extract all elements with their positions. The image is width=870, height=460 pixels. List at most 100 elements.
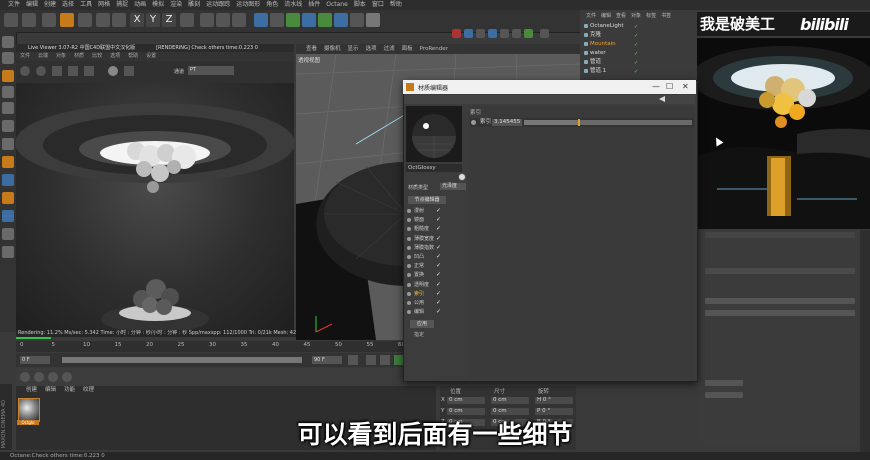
viewport-menu-item[interactable]: 摄像机 xyxy=(324,44,341,54)
light-icon[interactable] xyxy=(366,13,380,27)
object-row[interactable]: 管道.1 ✓ xyxy=(582,67,696,75)
channel-radio-icon[interactable] xyxy=(407,264,411,269)
mode-icon-13[interactable] xyxy=(2,246,14,258)
coordinate-size-field[interactable]: 0 cm xyxy=(491,397,529,404)
live-viewer-menu-item[interactable]: 材质 xyxy=(74,52,84,61)
move-tool-icon[interactable] xyxy=(60,13,74,27)
key-icon-4[interactable] xyxy=(62,372,72,382)
menu-item[interactable]: 文件 xyxy=(8,0,20,10)
menu-item[interactable]: 网格 xyxy=(98,0,110,10)
menu-item[interactable]: 雕刻 xyxy=(188,0,200,10)
mode-icon-11[interactable] xyxy=(2,210,14,222)
render-picture-viewer-icon[interactable] xyxy=(216,13,230,27)
object-row[interactable]: Mountain ✓ xyxy=(582,40,696,48)
octane-icon-6[interactable] xyxy=(512,29,521,38)
mode-icon-5[interactable] xyxy=(2,102,14,114)
channel-radio-icon[interactable] xyxy=(407,255,411,259)
channel-radio-icon[interactable] xyxy=(407,227,411,232)
mode-icon-4[interactable] xyxy=(2,86,14,98)
octane-icon-2[interactable] xyxy=(464,29,473,38)
visibility-check-icon[interactable]: ✓ xyxy=(634,59,638,67)
live-viewer-menu-item[interactable]: 帮助 xyxy=(128,52,138,61)
channel-checkbox[interactable]: ✓ xyxy=(436,263,442,269)
object-manager-tab[interactable]: 书签 xyxy=(661,12,671,20)
menu-item[interactable]: 模拟 xyxy=(152,0,164,10)
channel-radio-icon[interactable] xyxy=(407,310,411,315)
menu-item[interactable]: 流水线 xyxy=(284,0,302,10)
deformer-icon[interactable] xyxy=(318,13,332,27)
object-manager-tab[interactable]: 查看 xyxy=(616,12,626,20)
material-type-select[interactable]: 光泽度 xyxy=(440,183,466,190)
menu-item[interactable]: 捕捉 xyxy=(116,0,128,10)
live-viewer-menu-item[interactable]: 对象 xyxy=(56,52,66,61)
channel-radio-icon[interactable] xyxy=(407,218,411,223)
live-viewer-menu-item[interactable]: 设置 xyxy=(146,52,156,61)
start-frame-field[interactable]: 0 F xyxy=(20,356,50,364)
rotate-tool-icon[interactable] xyxy=(96,13,110,27)
menu-item[interactable]: 运动图形 xyxy=(236,0,260,10)
octane-icon-8[interactable] xyxy=(540,29,549,38)
index-slider-handle[interactable] xyxy=(578,119,580,126)
menu-item[interactable]: 窗口 xyxy=(372,0,384,10)
channel-checkbox[interactable]: ✓ xyxy=(436,217,442,223)
z-axis-toggle[interactable]: Z xyxy=(162,13,176,27)
minimize-icon[interactable]: — xyxy=(652,82,660,92)
channel-radio-icon[interactable] xyxy=(407,282,411,287)
channel-checkbox[interactable]: ✓ xyxy=(436,226,442,232)
undo-icon[interactable] xyxy=(4,13,18,27)
camera-icon[interactable] xyxy=(350,13,364,27)
viewport-menu-item[interactable]: 过滤 xyxy=(384,44,395,54)
channel-radio-icon[interactable] xyxy=(407,236,411,241)
coordinate-rot-field[interactable]: P 0 ° xyxy=(535,408,573,415)
channel-radio-icon[interactable] xyxy=(407,209,411,213)
frame-range-slider[interactable] xyxy=(62,357,302,363)
channel-checkbox[interactable]: ✓ xyxy=(436,290,442,297)
menu-item[interactable]: 工具 xyxy=(80,0,92,10)
visibility-check-icon[interactable]: ✓ xyxy=(634,50,638,58)
viewport-menu-item[interactable]: ProRender xyxy=(420,44,448,54)
pause-icon[interactable] xyxy=(68,66,78,76)
attr-field-2[interactable] xyxy=(705,392,743,398)
attr-dropdown-2[interactable] xyxy=(705,310,855,316)
viewport-menu-item[interactable]: 选项 xyxy=(366,44,377,54)
material-name-field[interactable]: OctGlossy xyxy=(406,164,462,172)
viewport-menu-item[interactable]: 显示 xyxy=(348,44,359,54)
live-viewer-menu-item[interactable]: 云端 xyxy=(38,52,48,61)
material-tab[interactable]: 功能 xyxy=(64,386,75,394)
last-tool-icon[interactable] xyxy=(112,13,126,27)
restart-icon[interactable] xyxy=(36,66,46,76)
material-tab[interactable]: 创建 xyxy=(26,386,37,394)
material-icon[interactable] xyxy=(108,66,118,76)
coord-system-icon[interactable] xyxy=(180,13,194,27)
pen-icon[interactable] xyxy=(270,13,284,27)
back-arrow-icon[interactable] xyxy=(659,96,665,102)
menu-item[interactable]: 创建 xyxy=(44,0,56,10)
octane-icon-7[interactable] xyxy=(524,29,533,38)
viewport-menu-item[interactable]: 面板 xyxy=(402,44,413,54)
end-frame-field[interactable]: 90 F xyxy=(312,356,342,364)
send-scene-icon[interactable] xyxy=(20,66,30,76)
octane-icon-1[interactable] xyxy=(452,29,461,38)
render-view-icon[interactable] xyxy=(200,13,214,27)
channel-radio-icon[interactable] xyxy=(407,291,411,296)
object-manager-tab[interactable]: 对象 xyxy=(631,12,641,20)
goto-start-icon[interactable] xyxy=(348,355,358,365)
coordinate-pos-field[interactable]: 0 cm xyxy=(447,397,485,404)
menu-item[interactable]: Octane xyxy=(326,0,348,10)
visibility-check-icon[interactable]: ✓ xyxy=(634,32,638,40)
coordinate-rot-field[interactable]: H 0 ° xyxy=(535,397,573,404)
mode-icon-3[interactable] xyxy=(2,70,14,82)
object-row[interactable]: water ✓ xyxy=(582,49,696,57)
attr-row-1[interactable] xyxy=(705,232,855,238)
live-viewer-menu-item[interactable]: 比较 xyxy=(92,52,102,61)
settings-icon[interactable] xyxy=(84,66,94,76)
key-icon-3[interactable] xyxy=(48,372,58,382)
menu-item[interactable]: 帮助 xyxy=(390,0,402,10)
octane-icon-3[interactable] xyxy=(476,29,485,38)
object-row[interactable]: 管道 ✓ xyxy=(582,58,696,66)
index-value-field[interactable]: 3.145455 xyxy=(492,119,522,126)
menu-item[interactable]: 运动跟踪 xyxy=(206,0,230,10)
mode-icon-9[interactable] xyxy=(2,174,14,186)
channel-radio-icon[interactable] xyxy=(407,273,411,278)
object-manager-tab[interactable]: 标签 xyxy=(646,12,656,20)
